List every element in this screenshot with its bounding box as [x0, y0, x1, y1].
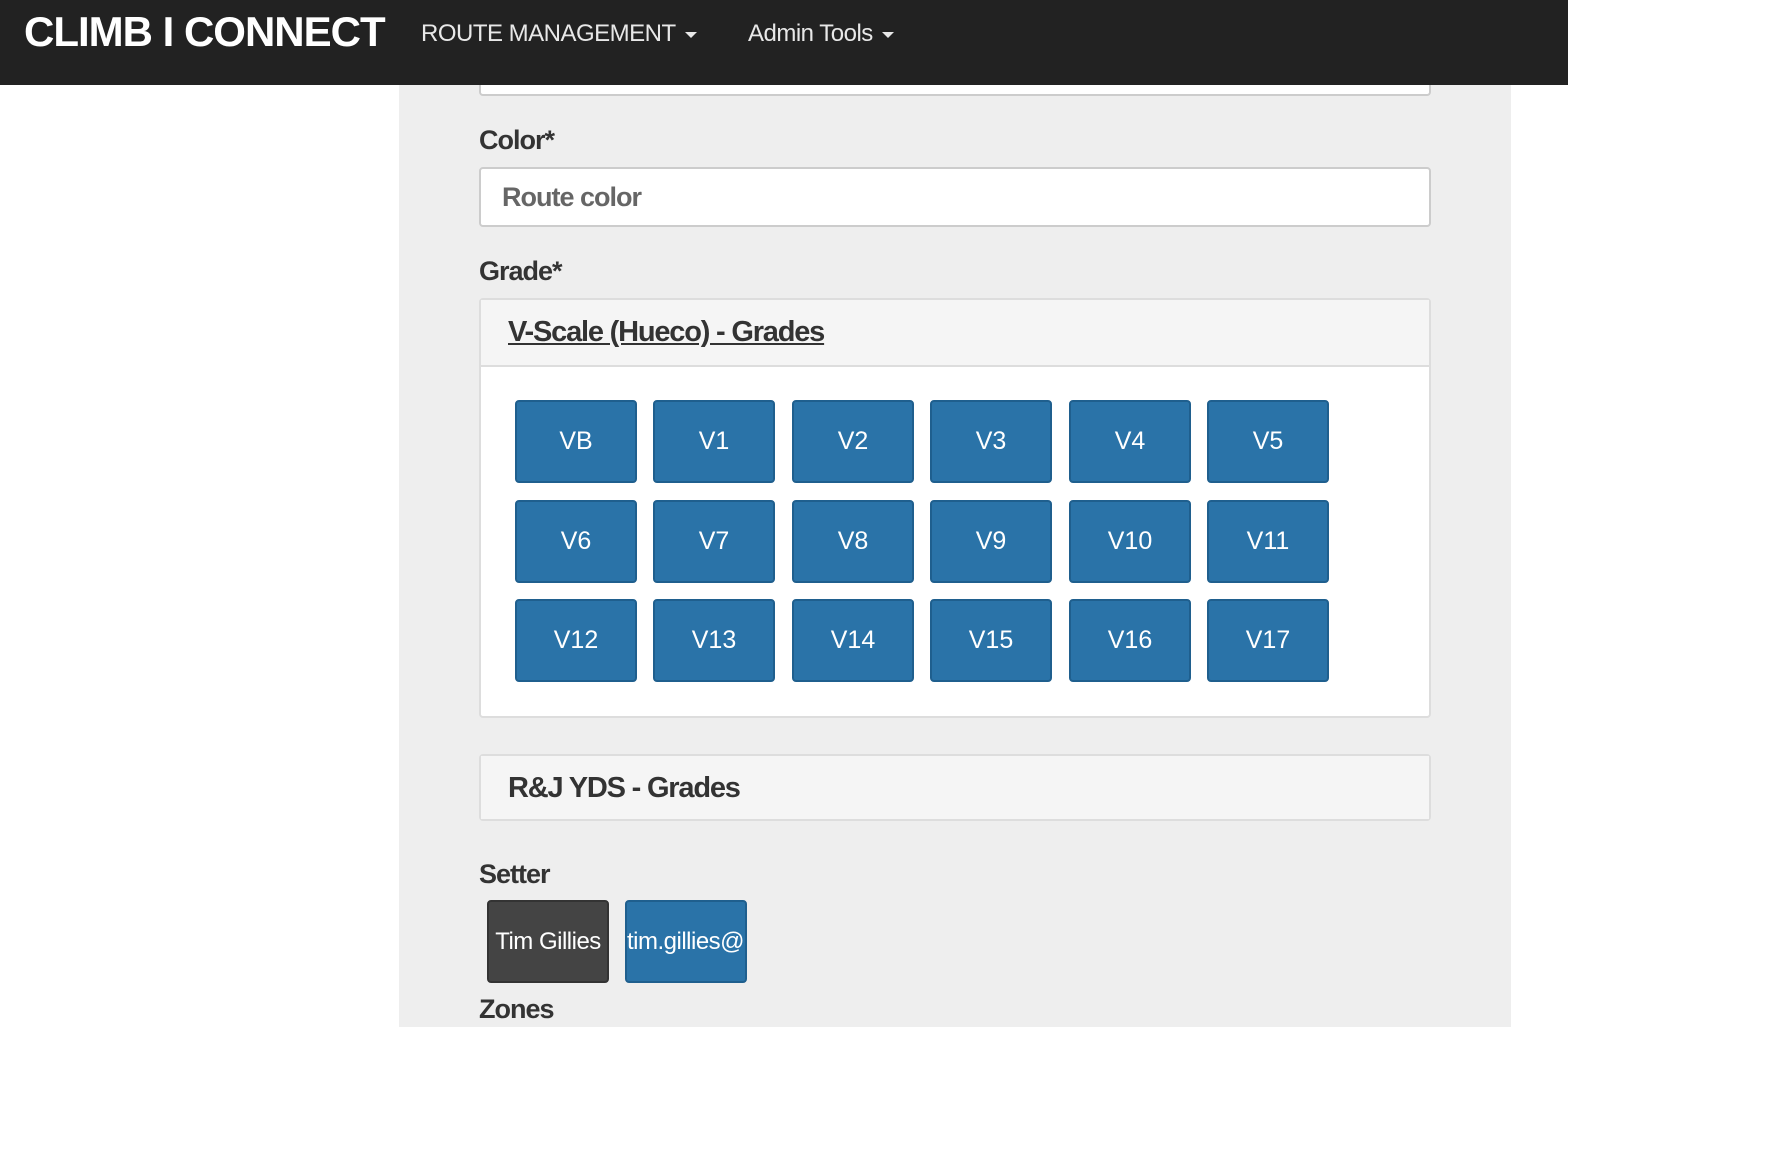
grade-button-v15[interactable]: V15 — [930, 599, 1052, 682]
brand-logo[interactable]: CLIMB I CONNECT — [24, 8, 386, 56]
yds-panel-heading: R&J YDS - Grades — [481, 756, 1429, 819]
route-management-dropdown[interactable]: ROUTE MANAGEMENT — [421, 18, 697, 50]
admin-tools-dropdown[interactable]: Admin Tools — [748, 18, 894, 50]
setter-label: Setter — [479, 859, 551, 889]
grade-button-v9[interactable]: V9 — [930, 500, 1052, 583]
grade-button-v3[interactable]: V3 — [930, 400, 1052, 483]
zones-label: Zones — [479, 994, 555, 1024]
grade-button-v12[interactable]: V12 — [515, 599, 637, 682]
vscale-panel-heading: V-Scale (Hueco) - Grades — [481, 300, 1429, 367]
route-management-label: ROUTE MANAGEMENT — [421, 20, 676, 47]
grade-button-v4[interactable]: V4 — [1069, 400, 1191, 483]
vscale-panel-title[interactable]: V-Scale (Hueco) - Grades — [508, 316, 825, 348]
grade-button-v13[interactable]: V13 — [653, 599, 775, 682]
grade-button-v2[interactable]: V2 — [792, 400, 914, 483]
grade-button-v11[interactable]: V11 — [1207, 500, 1329, 583]
caret-down-icon — [684, 31, 697, 38]
grade-button-v16[interactable]: V16 — [1069, 599, 1191, 682]
grade-label: Grade* — [479, 256, 563, 286]
yds-grades-panel: R&J YDS - Grades — [479, 754, 1431, 821]
grade-button-v7[interactable]: V7 — [653, 500, 775, 583]
grade-button-v5[interactable]: V5 — [1207, 400, 1329, 483]
grade-button-vb[interactable]: VB — [515, 400, 637, 483]
grade-button-v14[interactable]: V14 — [792, 599, 914, 682]
setter-email-button[interactable]: tim.gillies@ — [625, 900, 747, 983]
grade-button-v10[interactable]: V10 — [1069, 500, 1191, 583]
color-label: Color* — [479, 125, 555, 155]
grade-button-v6[interactable]: V6 — [515, 500, 637, 583]
previous-input-field[interactable] — [479, 85, 1431, 96]
setter-name-button[interactable]: Tim Gillies — [487, 900, 609, 983]
grade-button-v8[interactable]: V8 — [792, 500, 914, 583]
yds-panel-title[interactable]: R&J YDS - Grades — [508, 772, 741, 804]
grade-button-v1[interactable]: V1 — [653, 400, 775, 483]
grade-button-v17[interactable]: V17 — [1207, 599, 1329, 682]
caret-down-icon — [881, 31, 894, 38]
top-navbar: CLIMB I CONNECT ROUTE MANAGEMENT Admin T… — [0, 0, 1568, 85]
admin-tools-label: Admin Tools — [748, 20, 873, 47]
route-color-input[interactable] — [479, 167, 1431, 227]
